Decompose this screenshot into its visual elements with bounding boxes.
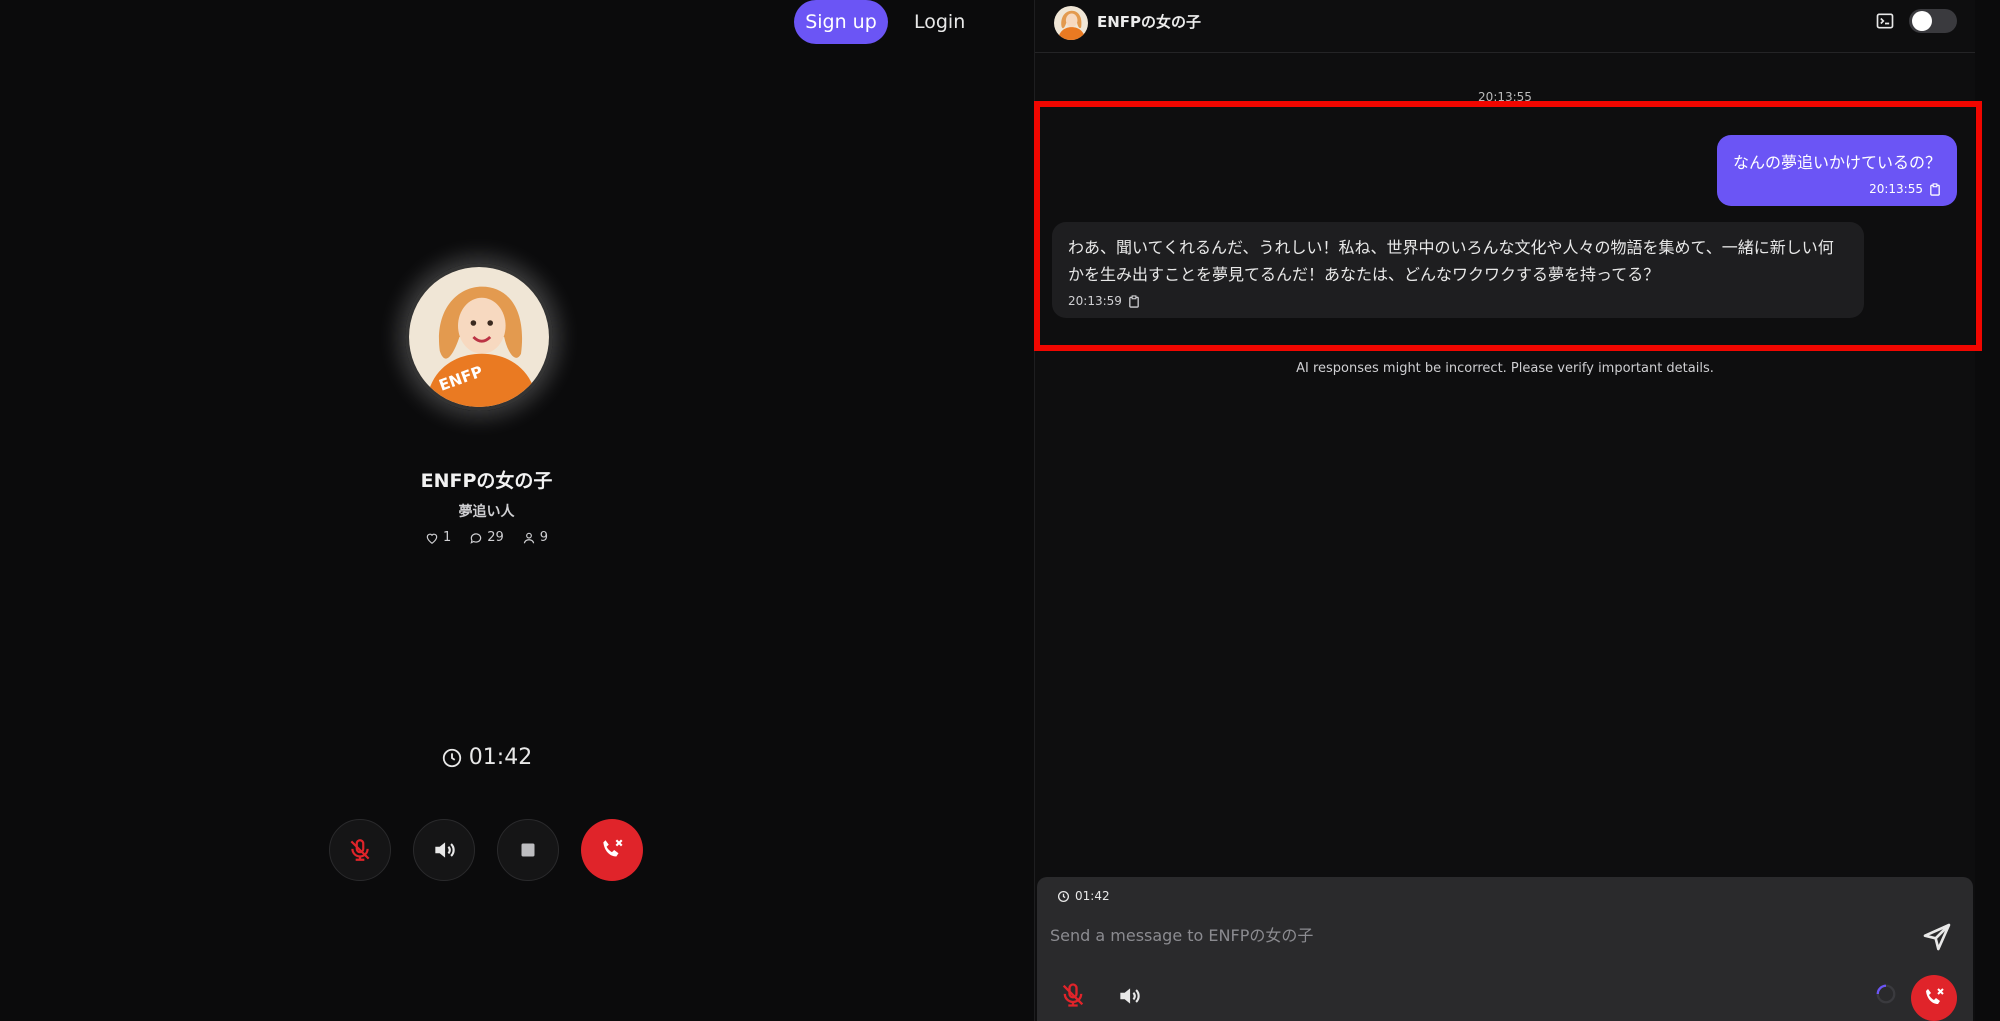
users-stat: 9 [522,530,548,545]
send-icon[interactable] [1921,921,1953,953]
call-panel: Sign up Login ENFP ENFPの女の子 夢追い人 1 29 9 [0,0,1034,1021]
character-avatar: ENFP [405,263,553,411]
mic-off-icon [350,839,370,861]
chat-avatar [1054,6,1088,40]
speaker-icon [435,842,455,858]
mode-toggle[interactable] [1909,9,1957,33]
speaker-button[interactable] [413,819,475,881]
end-call-icon [603,839,623,857]
stop-button[interactable] [497,819,559,881]
users-count: 9 [539,530,549,545]
character-stats: 1 29 9 [0,530,973,545]
loading-spinner-icon [1876,984,1896,1004]
end-call-icon [1926,988,1944,1004]
ai-disclaimer: AI responses might be incorrect. Please … [1296,361,1714,376]
comments-count: 29 [487,530,504,545]
login-link[interactable]: Login [914,0,965,44]
composer-timer-text: 01:42 [1075,889,1110,903]
call-timer-text: 01:42 [468,745,533,770]
chat-header: ENFPの女の子 [1035,0,1975,53]
user-icon [523,532,534,543]
message-input[interactable] [1048,919,1902,951]
toggle-knob [1912,11,1932,31]
mic-off-icon[interactable] [1059,981,1087,1009]
chat-bubble-icon [470,532,482,544]
highlight-box [1034,101,1982,351]
character-tagline: 夢追い人 [458,504,515,520]
character-name: ENFPの女の子 [420,470,553,492]
comments-stat: 29 [469,530,504,545]
chat-title: ENFPの女の子 [1097,13,1202,31]
terminal-icon[interactable] [1875,11,1895,31]
signup-button[interactable]: Sign up [794,0,888,44]
call-timer: 01:42 [0,745,973,770]
heart-icon [426,533,438,544]
mute-button[interactable] [329,819,391,881]
composer-end-call-button[interactable] [1911,975,1957,1021]
speaker-icon[interactable] [1116,983,1142,1009]
message-composer: 01:42 [1037,877,1973,1021]
likes-stat: 1 [425,530,451,545]
end-call-button[interactable] [581,819,643,881]
clock-icon [442,748,461,767]
clock-icon [1057,890,1070,902]
composer-timer: 01:42 [1057,889,1110,903]
likes-count: 1 [442,530,452,545]
stop-icon [521,843,535,857]
